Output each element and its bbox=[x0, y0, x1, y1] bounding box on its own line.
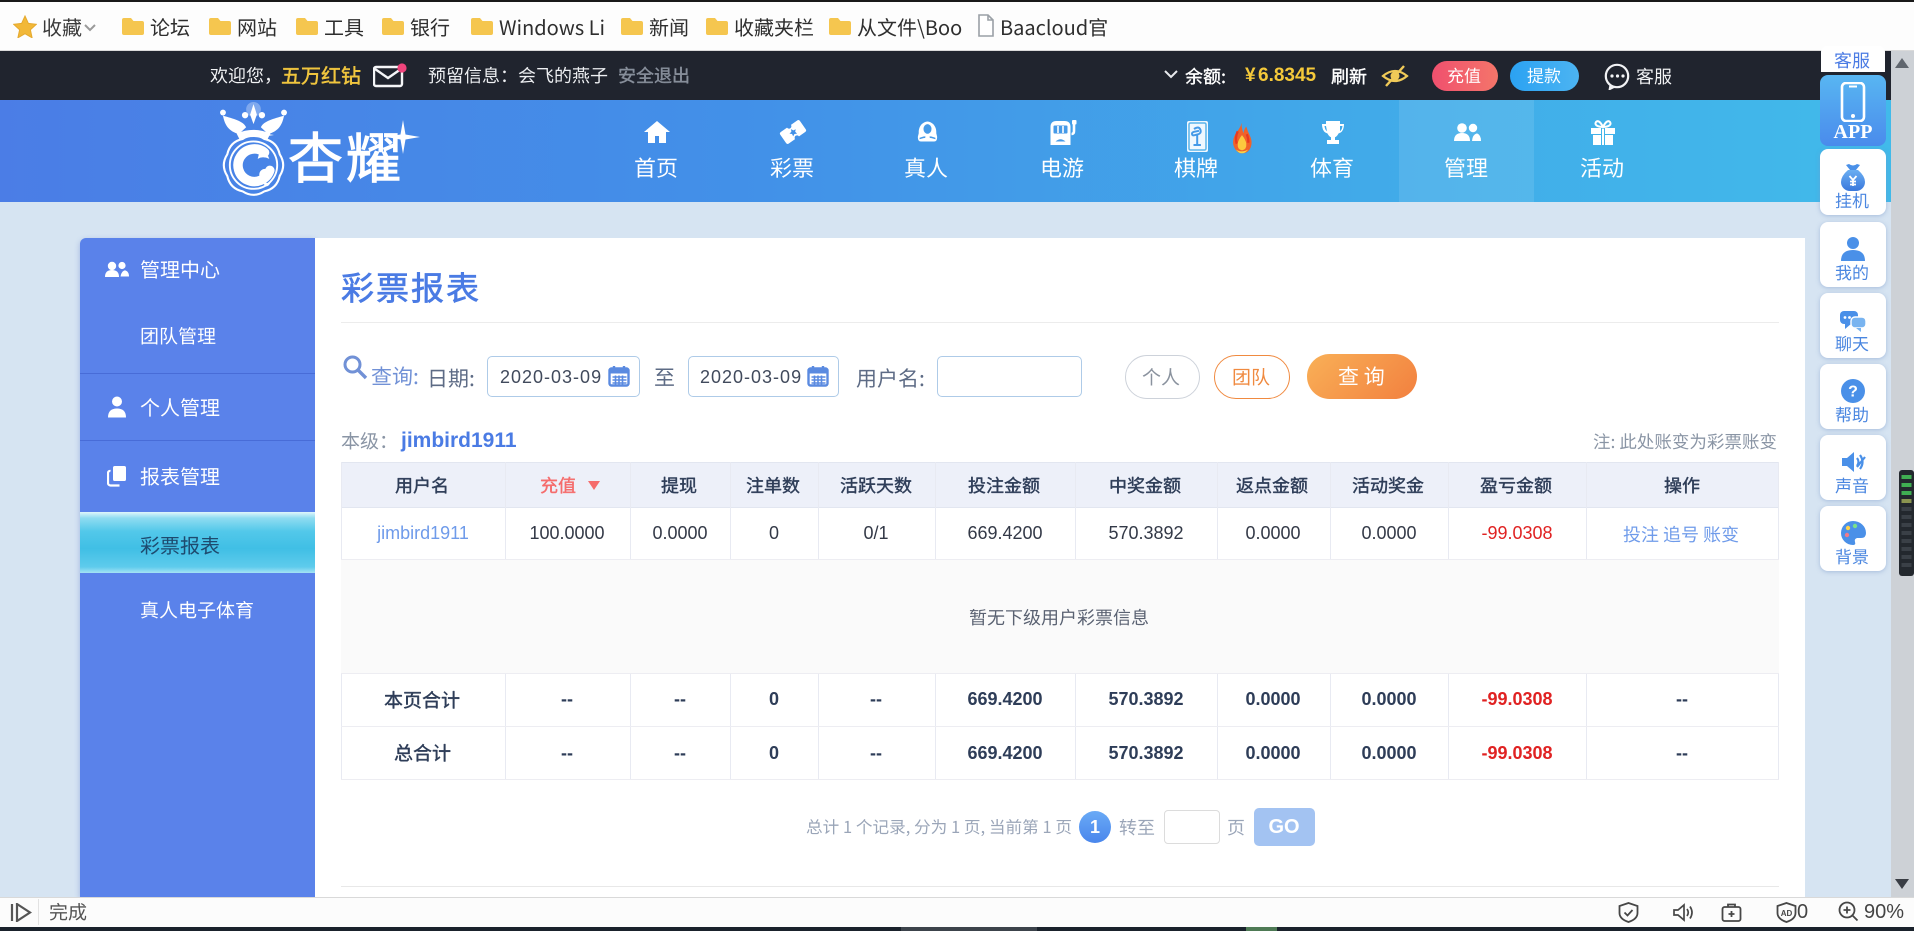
svg-text:AD: AD bbox=[1781, 909, 1793, 918]
svg-text:?: ? bbox=[1848, 384, 1858, 401]
